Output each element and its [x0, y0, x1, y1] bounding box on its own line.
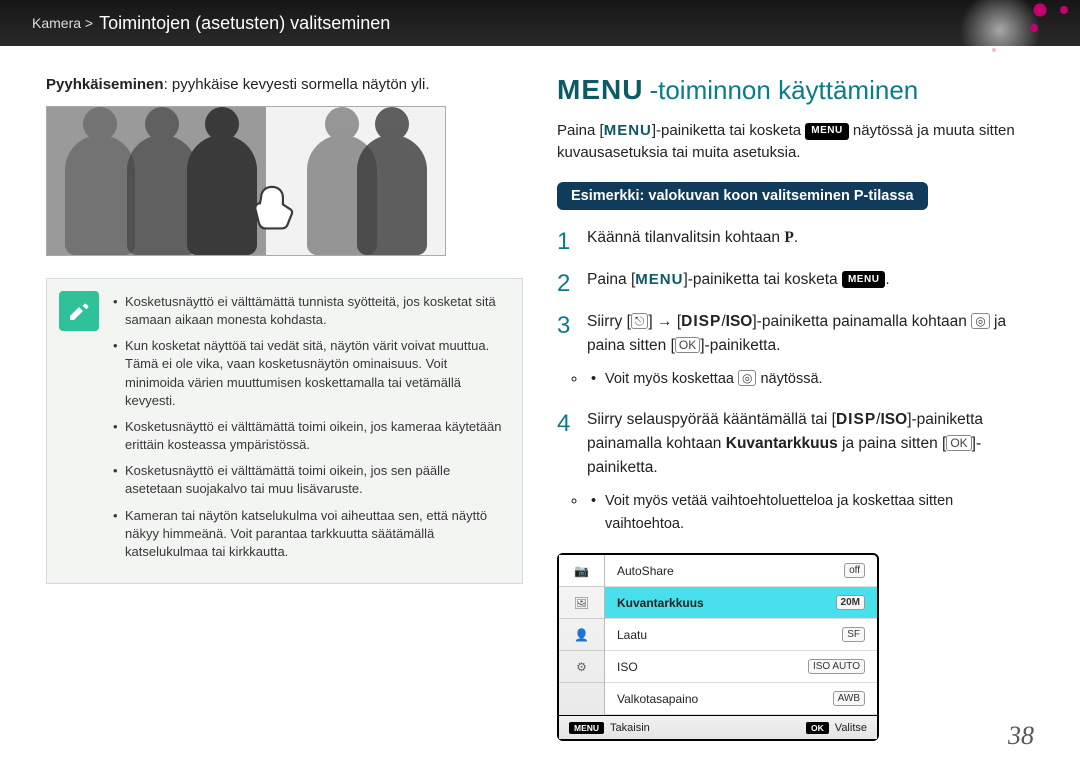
intro-text: Paina [MENU]-painiketta tai kosketa MENU… [557, 120, 1034, 164]
note-item: Kameran tai näytön katselukulma voi aihe… [113, 507, 506, 562]
menu-tabs: 📷 🖼 👤 ⚙ [559, 555, 605, 715]
disp-glyph: DISP [681, 313, 721, 330]
value-icon: off [844, 563, 865, 578]
iso-glyph: ISO [726, 313, 753, 330]
step-1: Käännä tilanvalitsin kohtaan P. [557, 226, 1034, 250]
ok-glyph-icon: OK [675, 337, 700, 353]
substep: Voit myös koskettaa ◎ näytössä. [587, 368, 1034, 390]
step-3: Siirry [⎋] → [DISP/ISO]-painiketta paina… [557, 310, 1034, 391]
swipe-illustration [46, 106, 446, 256]
value-icon: AWB [833, 691, 865, 706]
swipe-label-rest: : pyyhkäise kevyesti sormella näytön yli… [164, 76, 430, 93]
step-list: Käännä tilanvalitsin kohtaan P. Paina [M… [557, 226, 1034, 536]
menu-footer: MENU Takaisin OK Valitse [559, 715, 877, 739]
note-pen-icon [59, 291, 99, 331]
footer-back-label: Takaisin [610, 722, 650, 734]
page-number: 38 [1008, 721, 1034, 751]
kuvantarkkuus-label: Kuvantarkkuus [726, 435, 838, 452]
footer-ok-label: Valitse [835, 722, 867, 734]
breadcrumb-prefix: Kamera > [32, 15, 93, 31]
note-item: Kosketusnäyttö ei välttämättä tunnista s… [113, 293, 506, 329]
iso-glyph: ISO [880, 411, 907, 428]
camera-glyph-icon: ◎ [738, 370, 756, 386]
section-heading: MENU-toiminnon käyttäminen [557, 74, 1034, 106]
note-list: Kosketusnäyttö ei välttämättä tunnista s… [113, 293, 506, 561]
tab-gallery-icon[interactable]: 🖼 [559, 587, 604, 619]
swipe-hand-icon [237, 165, 307, 235]
footer-ok-button-icon[interactable]: OK [806, 722, 829, 734]
value-icon: SF [842, 627, 865, 642]
step-3-sub: Voit myös koskettaa ◎ näytössä. [587, 368, 1034, 390]
left-column: Pyyhkäiseminen: pyyhkäise kevyesti sorme… [46, 74, 523, 741]
swipe-description: Pyyhkäiseminen: pyyhkäise kevyesti sorme… [46, 74, 523, 96]
breadcrumb-title: Toimintojen (asetusten) valitseminen [99, 13, 390, 34]
menu-glyph: MENU [635, 271, 683, 288]
menu-button-icon: MENU [805, 123, 848, 140]
right-column: MENU-toiminnon käyttäminen Paina [MENU]-… [557, 74, 1034, 741]
menu-row-kuvantarkkuus[interactable]: Kuvantarkkuus 20M [605, 587, 877, 619]
menu-row-iso[interactable]: ISO ISO AUTO [605, 651, 877, 683]
note-item: Kosketusnäyttö ei välttämättä toimi oike… [113, 418, 506, 454]
swipe-label-bold: Pyyhkäiseminen [46, 76, 164, 93]
menu-word: MENU [557, 74, 643, 106]
p-mode-glyph: P [784, 229, 793, 246]
heading-rest: -toiminnon käyttäminen [649, 75, 918, 106]
tab-user-icon[interactable]: 👤 [559, 619, 604, 651]
substep: Voit myös vetää vaihtoehtoluetteloa ja k… [587, 490, 1034, 535]
menu-row-valkotasapaino[interactable]: Valkotasapaino AWB [605, 683, 877, 715]
disp-glyph: DISP [836, 411, 876, 428]
note-item: Kosketusnäyttö ei välttämättä toimi oike… [113, 462, 506, 498]
step-4: Siirry selauspyörää kääntämällä tai [DIS… [557, 408, 1034, 535]
value-icon: 20M [836, 595, 865, 610]
menu-glyph: MENU [604, 122, 652, 139]
camera-glyph-icon: ◎ [971, 313, 989, 329]
menu-button-icon: MENU [842, 271, 885, 289]
breadcrumb: Kamera > Toimintojen (asetusten) valitse… [0, 0, 1080, 46]
menu-list: AutoShare off Kuvantarkkuus 20M Laatu SF… [605, 555, 877, 715]
footer-menu-button-icon[interactable]: MENU [569, 722, 604, 734]
person-glyph-icon: ⎋ [631, 313, 649, 329]
value-icon: ISO AUTO [808, 659, 865, 674]
camera-menu-screenshot: 📷 🖼 👤 ⚙ AutoShare off Kuvantarkkuus 20M [557, 553, 879, 741]
ok-glyph-icon: OK [946, 435, 971, 451]
menu-row-laatu[interactable]: Laatu SF [605, 619, 877, 651]
example-banner: Esimerkki: valokuvan koon valitseminen P… [557, 182, 928, 210]
note-item: Kun kosketat näyttöä tai vedät sitä, näy… [113, 337, 506, 410]
step-4-sub: Voit myös vetää vaihtoehtoluetteloa ja k… [587, 490, 1034, 535]
note-box: Kosketusnäyttö ei välttämättä tunnista s… [46, 278, 523, 584]
step-2: Paina [MENU]-painiketta tai kosketa MENU… [557, 268, 1034, 292]
tab-settings-icon[interactable]: ⚙ [559, 651, 604, 683]
menu-row-autoshare[interactable]: AutoShare off [605, 555, 877, 587]
tab-camera-icon[interactable]: 📷 [559, 555, 604, 587]
